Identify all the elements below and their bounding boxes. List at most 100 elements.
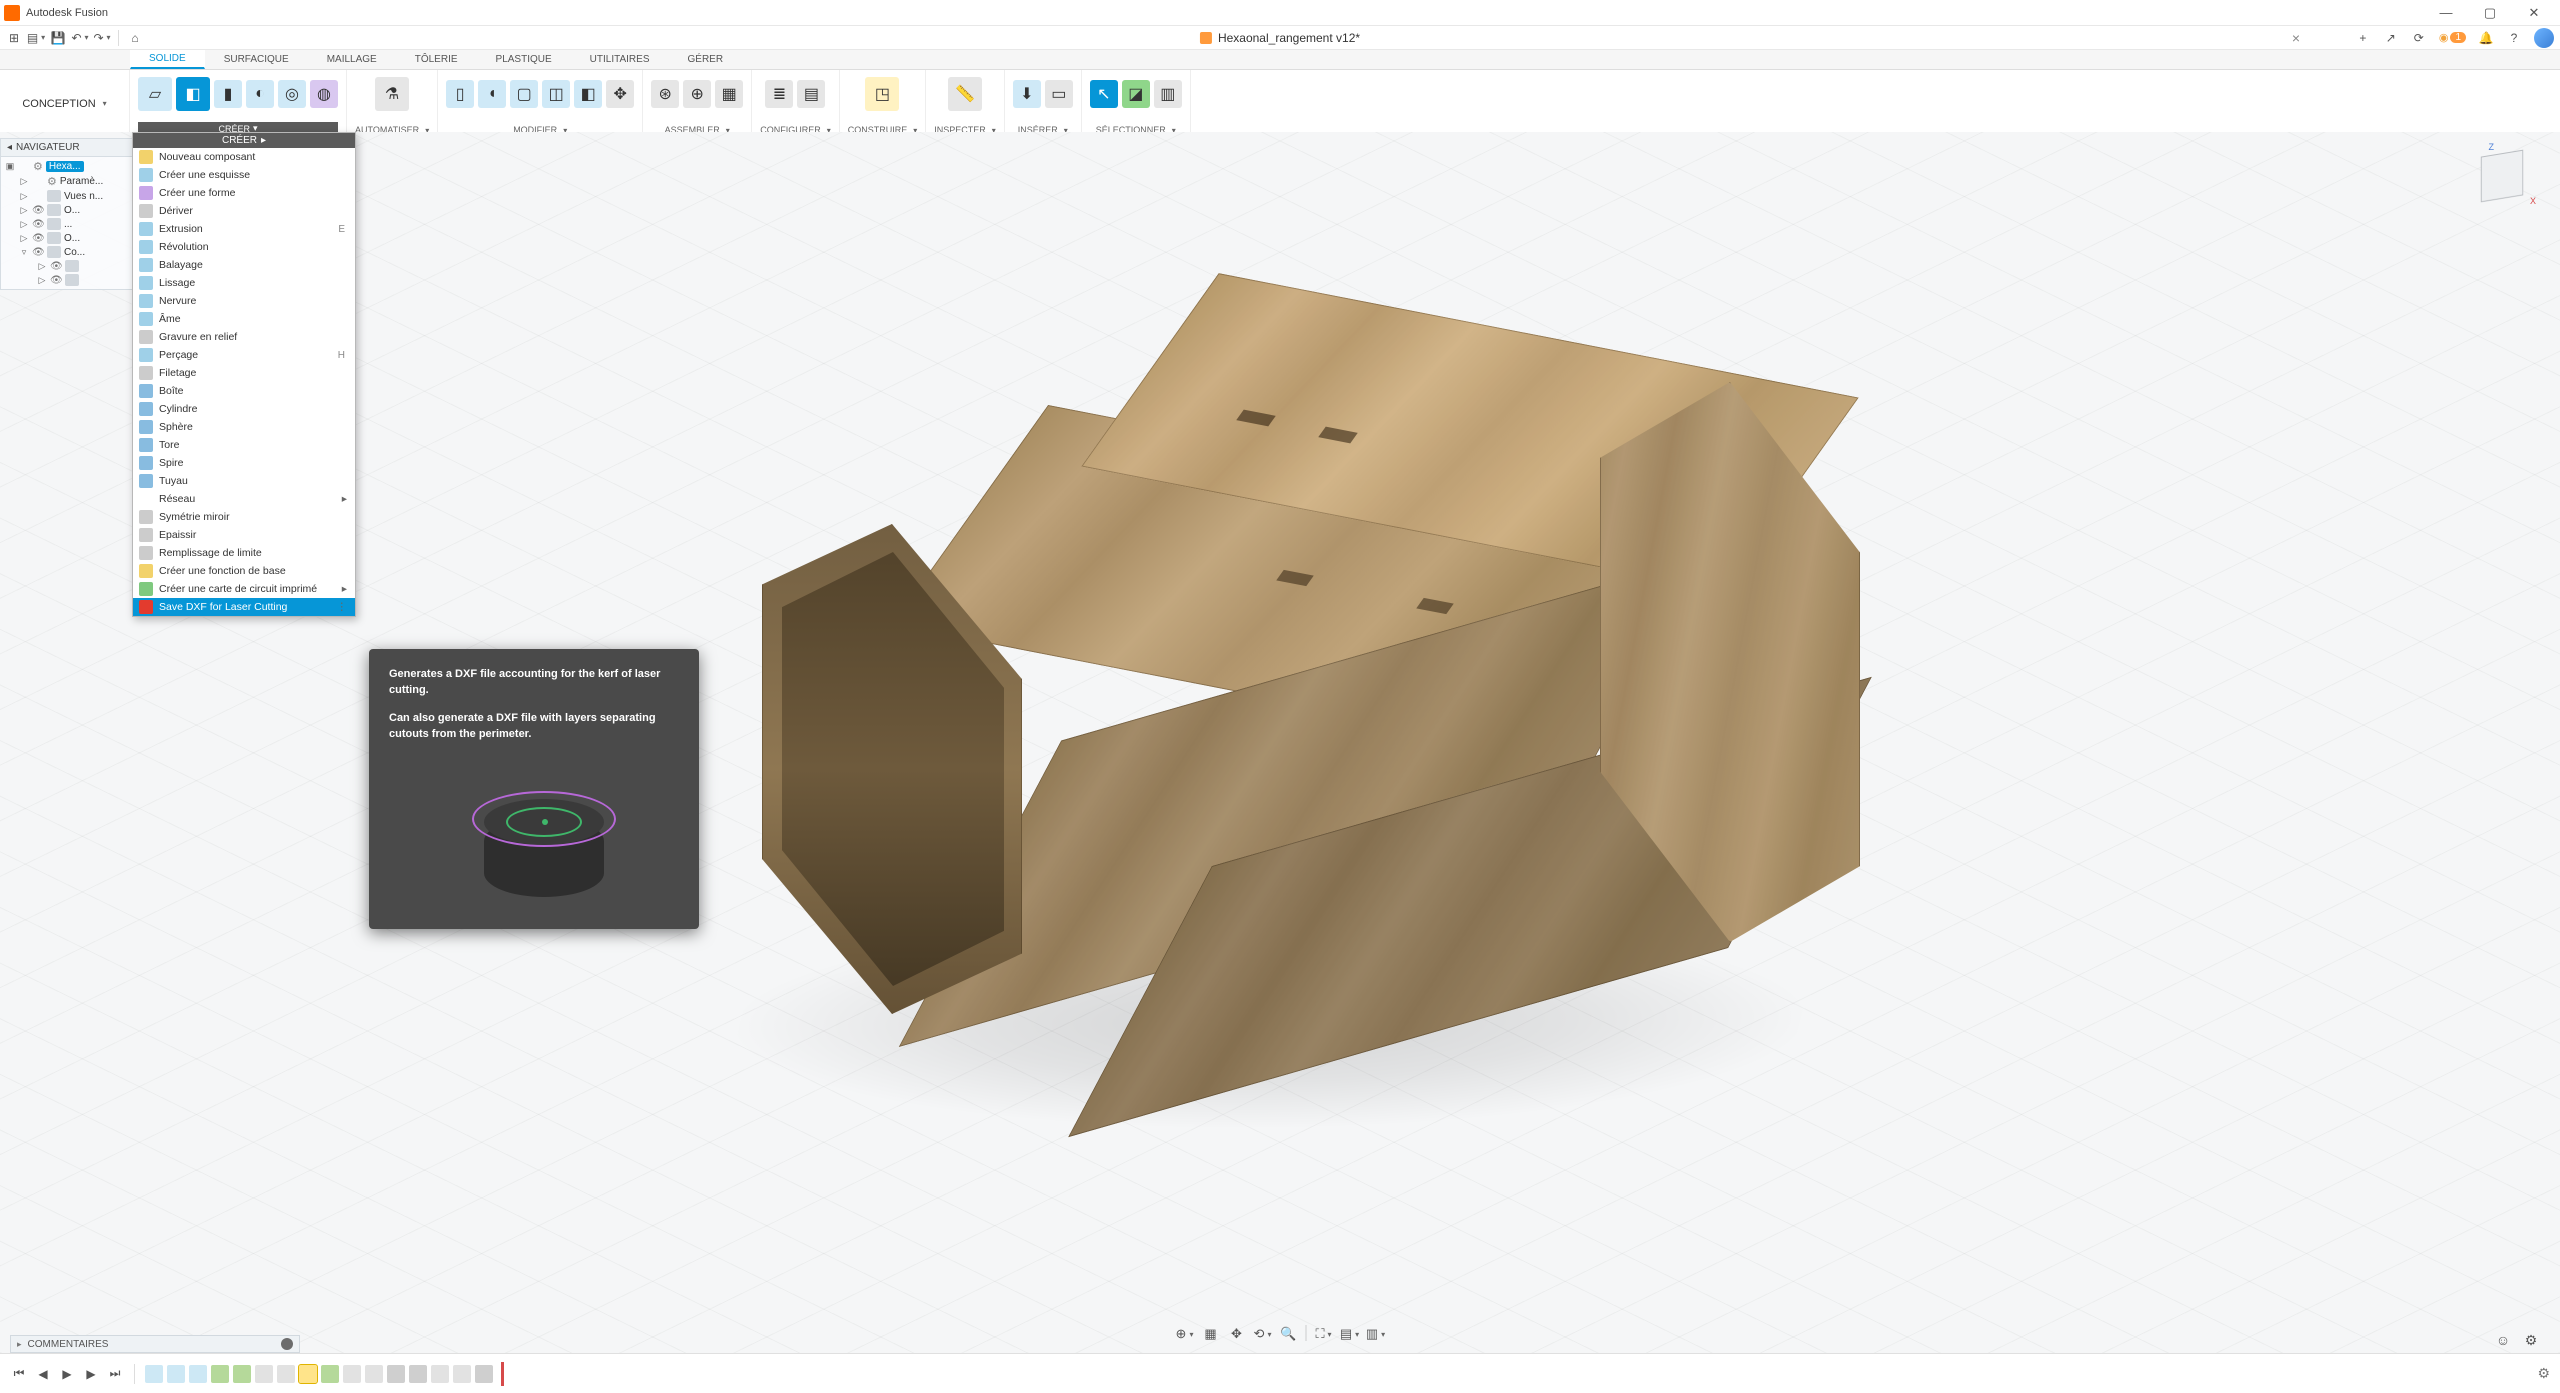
- create-menu-item[interactable]: Révolution: [133, 238, 355, 256]
- create-menu-item[interactable]: Nouveau composant: [133, 148, 355, 166]
- select-icon[interactable]: ↖: [1090, 80, 1118, 108]
- create-menu-item[interactable]: Créer une fonction de base: [133, 562, 355, 580]
- create-menu-item[interactable]: Spire: [133, 454, 355, 472]
- timeline-play-button[interactable]: ▶: [58, 1365, 76, 1383]
- notifications-icon[interactable]: 🔔: [2478, 30, 2494, 46]
- document-tab[interactable]: Hexaonal_rangement v12*: [1200, 31, 1360, 45]
- create-menu-item[interactable]: Créer une esquisse: [133, 166, 355, 184]
- timeline-end-button[interactable]: ⏭: [106, 1365, 124, 1383]
- view-cube[interactable]: Z X: [2470, 144, 2534, 208]
- orbit-icon[interactable]: ⊕: [1176, 1325, 1194, 1343]
- hole-icon[interactable]: ◎: [278, 80, 306, 108]
- create-menu-item[interactable]: Epaissir: [133, 526, 355, 544]
- undo-icon[interactable]: ↶: [72, 30, 88, 46]
- create-menu-item[interactable]: Tuyau: [133, 472, 355, 490]
- create-menu-item[interactable]: Sphère: [133, 418, 355, 436]
- settings-icon[interactable]: ⚙: [2522, 1331, 2540, 1349]
- window-close-button[interactable]: ✕: [2512, 0, 2556, 26]
- timeline-settings-icon[interactable]: ⚙: [2537, 1365, 2550, 1382]
- workspace-switcher[interactable]: CONCEPTION: [0, 70, 130, 137]
- joint-icon[interactable]: ⊛: [651, 80, 679, 108]
- create-menu-item[interactable]: Dériver: [133, 202, 355, 220]
- create-menu-item[interactable]: Tore: [133, 436, 355, 454]
- zoom-icon[interactable]: ⟲: [1254, 1325, 1272, 1343]
- form-icon[interactable]: ◍: [310, 80, 338, 108]
- create-menu-item[interactable]: Créer une carte de circuit imprimé▸: [133, 580, 355, 598]
- new-design-icon[interactable]: +: [2355, 30, 2371, 46]
- timeline-feature[interactable]: [431, 1365, 449, 1383]
- window-maximize-button[interactable]: ▢: [2468, 0, 2512, 26]
- rigid-icon[interactable]: ▦: [715, 80, 743, 108]
- timeline-feature[interactable]: [145, 1365, 163, 1383]
- tab-maillage[interactable]: MAILLAGE: [308, 50, 396, 69]
- create-menu-item[interactable]: Réseau▸: [133, 490, 355, 508]
- timeline-feature[interactable]: [189, 1365, 207, 1383]
- fit-icon[interactable]: 🔍: [1280, 1325, 1298, 1343]
- timeline-feature[interactable]: [343, 1365, 361, 1383]
- timeline-feature[interactable]: [255, 1365, 273, 1383]
- extensions-icon[interactable]: ↗: [2383, 30, 2399, 46]
- home-tab-icon[interactable]: ⌂: [127, 30, 143, 46]
- hexagonal-model[interactable]: [720, 282, 1840, 1182]
- timeline-feature[interactable]: [321, 1365, 339, 1383]
- data-panel-icon[interactable]: ⊞: [6, 30, 22, 46]
- create-menu-item[interactable]: Nervure: [133, 292, 355, 310]
- timeline-feature[interactable]: [299, 1365, 317, 1383]
- timeline-feature[interactable]: [233, 1365, 251, 1383]
- timeline-next-button[interactable]: ▶: [82, 1365, 100, 1383]
- params-icon[interactable]: ≣: [765, 80, 793, 108]
- extrude-icon[interactable]: ▮: [214, 80, 242, 108]
- create-menu-item[interactable]: Filetage: [133, 364, 355, 382]
- tab-gerer[interactable]: GÉRER: [669, 50, 743, 69]
- display-icon[interactable]: ⛶: [1315, 1325, 1333, 1343]
- combine-icon[interactable]: ◫: [542, 80, 570, 108]
- timeline-feature[interactable]: [365, 1365, 383, 1383]
- create-menu-item[interactable]: Save DXF for Laser Cutting⋮: [133, 598, 355, 616]
- timeline-feature[interactable]: [387, 1365, 405, 1383]
- create-menu-item[interactable]: Remplissage de limite: [133, 544, 355, 562]
- user-avatar[interactable]: [2534, 28, 2554, 48]
- sketch-icon[interactable]: ▱: [138, 77, 172, 111]
- config-icon[interactable]: ▤: [797, 80, 825, 108]
- move-icon[interactable]: ✥: [606, 80, 634, 108]
- create-menu-item[interactable]: Balayage: [133, 256, 355, 274]
- create-menu-item[interactable]: Âme: [133, 310, 355, 328]
- inspect-icon[interactable]: 📏: [948, 77, 982, 111]
- help-icon[interactable]: ?: [2506, 30, 2522, 46]
- select-filter-icon[interactable]: ▥: [1154, 80, 1182, 108]
- pan-icon[interactable]: ✥: [1228, 1325, 1246, 1343]
- timeline-marker[interactable]: [501, 1362, 504, 1386]
- comments-bar[interactable]: ▸ COMMENTAIRES: [10, 1335, 300, 1353]
- redo-icon[interactable]: ↷: [94, 30, 110, 46]
- create-menu-item[interactable]: Cylindre: [133, 400, 355, 418]
- tab-utilitaires[interactable]: UTILITAIRES: [571, 50, 669, 69]
- create-menu-item[interactable]: Lissage: [133, 274, 355, 292]
- create-menu-item[interactable]: Créer une forme: [133, 184, 355, 202]
- job-status[interactable]: ◉ 1: [2439, 31, 2466, 44]
- draft-icon[interactable]: ◧: [574, 80, 602, 108]
- tab-solide[interactable]: SOLIDE: [130, 49, 205, 69]
- fillet-icon[interactable]: ◖: [478, 80, 506, 108]
- presspull-icon[interactable]: ▯: [446, 80, 474, 108]
- lookat-icon[interactable]: ▦: [1202, 1325, 1220, 1343]
- file-menu-icon[interactable]: ▤: [28, 30, 44, 46]
- create-menu-item[interactable]: PerçageH: [133, 346, 355, 364]
- grid-icon[interactable]: ▤: [1341, 1325, 1359, 1343]
- insert-icon[interactable]: ⬇: [1013, 80, 1041, 108]
- timeline-prev-button[interactable]: ◀: [34, 1365, 52, 1383]
- timeline-feature[interactable]: [475, 1365, 493, 1383]
- timeline-start-button[interactable]: ⏮: [10, 1365, 28, 1383]
- save-icon[interactable]: 💾: [50, 30, 66, 46]
- create-menu-item[interactable]: Symétrie miroir: [133, 508, 355, 526]
- timeline-feature[interactable]: [277, 1365, 295, 1383]
- tab-surfacique[interactable]: SURFACIQUE: [205, 50, 308, 69]
- automate-icon[interactable]: ⚗: [375, 77, 409, 111]
- select-body-icon[interactable]: ◪: [1122, 80, 1150, 108]
- create-icon[interactable]: ◧: [176, 77, 210, 111]
- document-close-button[interactable]: ×: [2292, 30, 2300, 46]
- shell-icon[interactable]: ▢: [510, 80, 538, 108]
- viewport-icon[interactable]: ▥: [1367, 1325, 1385, 1343]
- create-menu-item[interactable]: ExtrusionE: [133, 220, 355, 238]
- asbuilt-icon[interactable]: ⊕: [683, 80, 711, 108]
- decal-icon[interactable]: ▭: [1045, 80, 1073, 108]
